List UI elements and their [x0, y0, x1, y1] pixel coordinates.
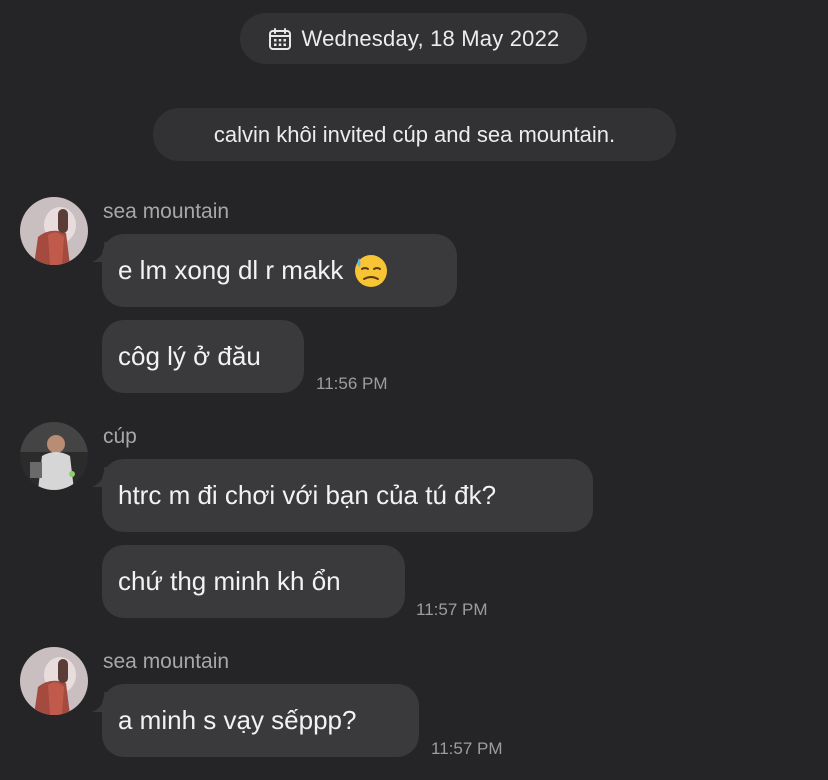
message-bubble[interactable]: côg lý ở đău	[102, 320, 304, 393]
date-separator: Wednesday, 18 May 2022	[240, 13, 587, 64]
message-text: htrc m đi chơi với bạn của tú đk?	[118, 480, 497, 510]
chat-thread: Wednesday, 18 May 2022 calvin khôi invit…	[0, 0, 828, 780]
message-timestamp: 11:57 PM	[416, 600, 488, 619]
sender-name: sea mountain	[103, 650, 230, 673]
avatar-sea-mountain[interactable]	[20, 647, 88, 715]
message-text: a minh s vạy sếppp?	[118, 705, 357, 735]
downcast-sweat-face-emoji	[353, 253, 389, 289]
message-bubble[interactable]: a minh s vạy sếppp?	[102, 684, 419, 757]
message-bubble[interactable]: chứ thg minh kh ổn	[102, 545, 405, 618]
message-timestamp: 11:56 PM	[316, 374, 388, 393]
sender-name: cúp	[103, 425, 137, 448]
message-text: côg lý ở đău	[118, 341, 261, 371]
message-timestamp: 11:57 PM	[431, 739, 503, 758]
message-text: e lm xong dl r makk	[118, 255, 344, 285]
message-bubble[interactable]: e lm xong dl r makk	[102, 234, 457, 307]
system-message: calvin khôi invited cúp and sea mountain…	[153, 108, 676, 161]
message-bubble[interactable]: htrc m đi chơi với bạn của tú đk?	[102, 459, 593, 532]
calendar-icon	[268, 27, 292, 51]
date-separator-text: Wednesday, 18 May 2022	[301, 25, 560, 51]
sender-name: sea mountain	[103, 200, 230, 223]
message-text: chứ thg minh kh ổn	[118, 566, 341, 596]
avatar-cup[interactable]	[20, 422, 88, 490]
avatar-sea-mountain[interactable]	[20, 197, 88, 265]
